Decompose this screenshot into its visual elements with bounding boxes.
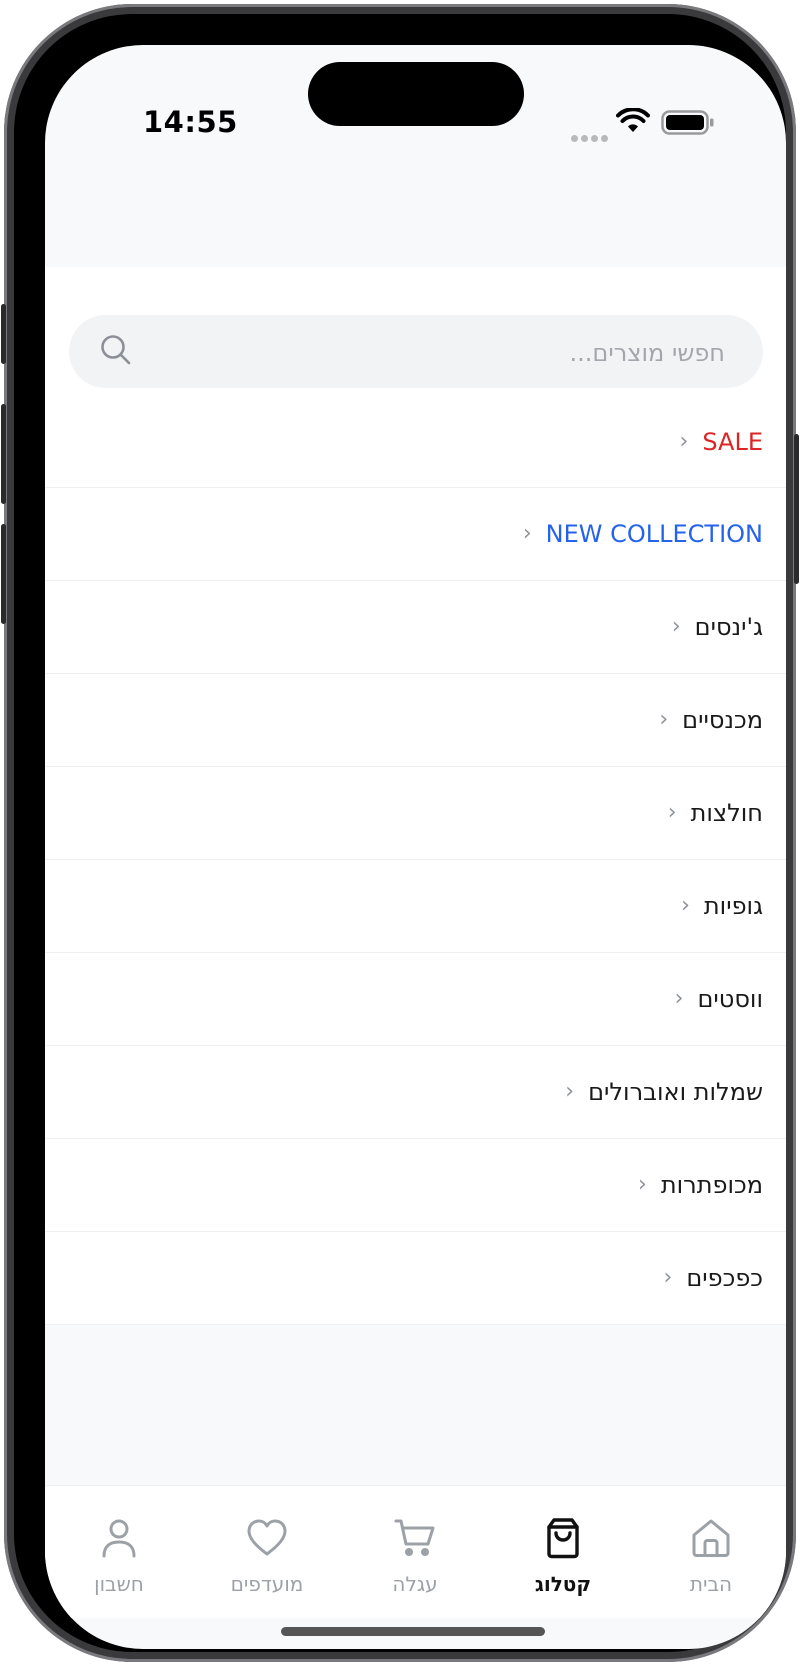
tab-home[interactable]: הבית (637, 1486, 785, 1618)
category-item-flip-flops[interactable]: › כפכפים (45, 1232, 786, 1325)
category-item-button-downs[interactable]: › מכופתרות (45, 1139, 786, 1232)
volume-up-button (1, 404, 6, 504)
category-item-vests[interactable]: › ווסטים (45, 953, 786, 1046)
tab-label: הבית (689, 1572, 733, 1596)
search-input[interactable] (149, 315, 727, 390)
category-item-dresses-overalls[interactable]: › שמלות ואוברולים (45, 1046, 786, 1139)
category-label: ווסטים (697, 985, 763, 1013)
category-label: מכנסיים (682, 706, 763, 734)
chevron-icon: › (565, 1079, 575, 1104)
chevron-icon: › (522, 521, 532, 546)
category-label: כפכפים (686, 1264, 763, 1292)
tab-label: מועדפים (230, 1572, 304, 1596)
category-item-new-collection[interactable]: › NEW COLLECTION (45, 488, 786, 581)
search-bar[interactable] (69, 315, 763, 390)
tab-label: חשבון (94, 1572, 144, 1596)
heart-icon (247, 1519, 287, 1556)
tab-catalog[interactable]: קטלוג (489, 1486, 637, 1618)
status-time: 14:55 (143, 105, 238, 139)
category-label: מכופתרות (660, 1171, 763, 1199)
category-item-tank-tops[interactable]: › גופיות (45, 860, 786, 953)
phone-frame: 14:55 חפשי מוצרים... › SALE › NEW COLLEC… (1, 4, 799, 1662)
bottom-tab-bar: חשבון מועדפים עגלה קטלוג הבית (45, 1485, 786, 1618)
dynamic-island (308, 62, 524, 126)
chevron-icon: › (671, 614, 681, 639)
power-button (794, 434, 799, 584)
action-button (1, 304, 6, 364)
battery-icon (661, 110, 714, 135)
chevron-icon: › (663, 1265, 673, 1290)
chevron-icon: › (667, 800, 677, 825)
chevron-icon: › (679, 429, 689, 454)
search-area (45, 267, 786, 397)
cart-icon (394, 1519, 435, 1556)
tab-cart[interactable]: עגלה (341, 1486, 489, 1618)
volume-down-button (1, 524, 6, 624)
bezel: 14:55 חפשי מוצרים... › SALE › NEW COLLEC… (14, 14, 786, 1652)
category-item-jeans[interactable]: › ג'ינסים (45, 581, 786, 674)
shopping-bag-icon (547, 1518, 579, 1559)
category-item-sale[interactable]: › SALE (45, 397, 786, 488)
category-item-shirts[interactable]: › חולצות (45, 767, 786, 860)
tab-label: עגלה (392, 1572, 438, 1596)
category-label: NEW COLLECTION (545, 520, 763, 548)
category-label: ג'ינסים (694, 613, 763, 641)
category-label: חולצות (690, 799, 763, 827)
category-label: גופיות (703, 892, 763, 920)
home-indicator[interactable] (281, 1627, 545, 1636)
chevron-icon: › (659, 707, 669, 732)
user-icon (102, 1519, 136, 1558)
category-list: › SALE › NEW COLLECTION › ג'ינסים › מכנס… (45, 397, 786, 1325)
tab-label: קטלוג (534, 1572, 592, 1596)
chevron-icon: › (638, 1172, 647, 1197)
cellular-signal-icon (571, 127, 611, 146)
category-label: SALE (702, 428, 763, 456)
tab-favorites[interactable]: מועדפים (193, 1486, 341, 1618)
category-item-pants[interactable]: › מכנסיים (45, 674, 786, 767)
search-icon[interactable] (99, 333, 133, 367)
category-label: שמלות ואוברולים (588, 1078, 763, 1106)
wifi-icon (616, 108, 650, 132)
tab-account[interactable]: חשבון (45, 1486, 193, 1618)
chevron-icon: › (674, 986, 684, 1011)
screen: 14:55 חפשי מוצרים... › SALE › NEW COLLEC… (45, 45, 786, 1649)
chevron-icon: › (681, 893, 690, 918)
status-bar: 14:55 (45, 45, 786, 155)
home-icon (692, 1519, 730, 1557)
